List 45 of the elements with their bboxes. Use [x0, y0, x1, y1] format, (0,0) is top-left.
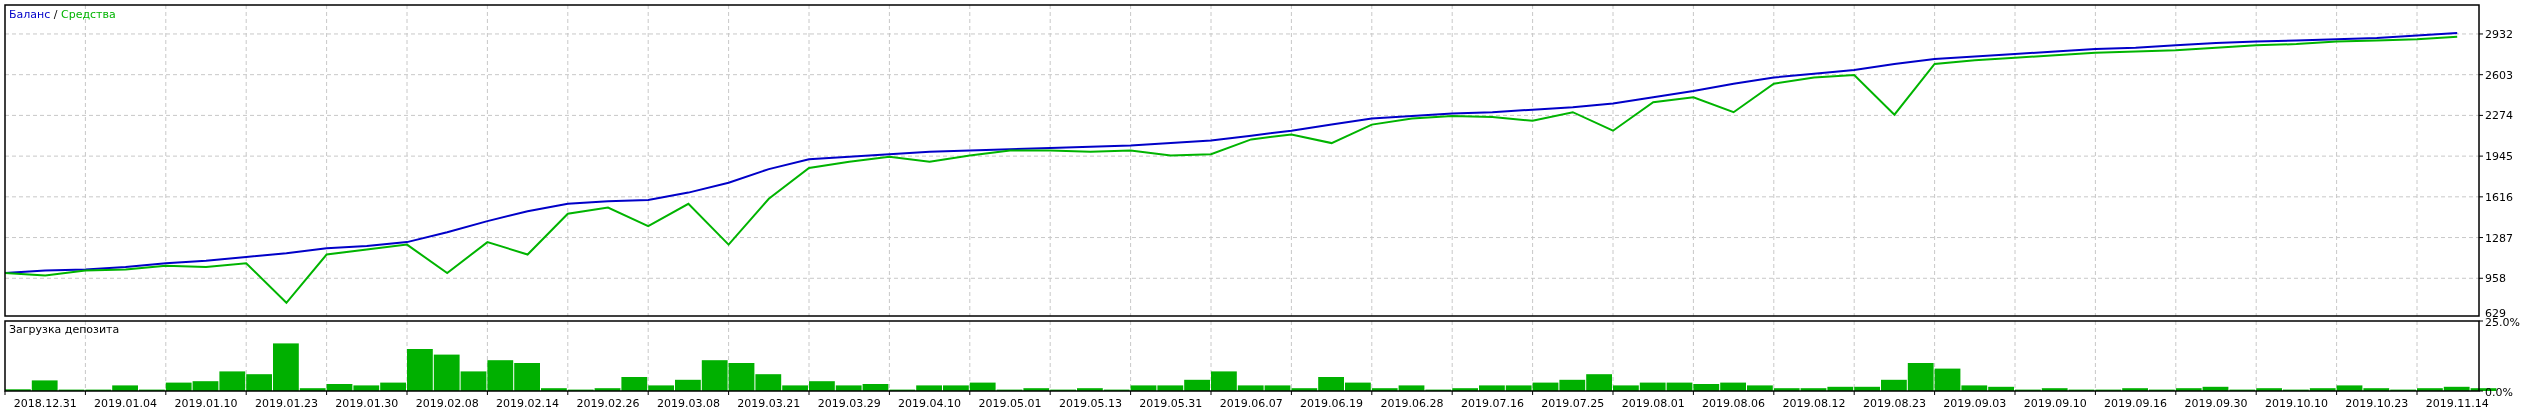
- axis-label: 2019.09.16: [2104, 397, 2168, 410]
- axis-label: 2019.05.01: [978, 397, 1042, 410]
- axis-label: 2018.12.31: [13, 397, 77, 410]
- axis-label: 1616: [2485, 190, 2513, 204]
- axis-label: 1287: [2485, 231, 2513, 245]
- axis-label: 2019.01.30: [335, 397, 399, 410]
- axis-label: 2274: [2485, 109, 2513, 123]
- axis-label: 2019.05.13: [1058, 397, 1122, 410]
- axis-label: 2019.02.08: [415, 397, 479, 410]
- axis-label: 2019.10.23: [2345, 397, 2409, 410]
- legend-separator: /: [53, 8, 58, 21]
- axis-label: 2019.07.25: [1541, 397, 1605, 410]
- axis-label: 629: [2485, 307, 2506, 318]
- axis-label: 2019.06.19: [1300, 397, 1364, 410]
- axis-label: 2019.09.10: [2023, 397, 2087, 410]
- axis-label: 2019.03.08: [656, 397, 720, 410]
- axis-label: 2019.01.04: [94, 397, 158, 410]
- axis-label: 2019.03.29: [817, 397, 881, 410]
- axis-label: 2019.09.03: [1943, 397, 2007, 410]
- axis-label: 2019.11.14: [2425, 397, 2489, 410]
- axis-label: 2019.08.12: [1782, 397, 1846, 410]
- chart-title: Загрузка депозита: [9, 323, 120, 336]
- axis-label: 2019.06.28: [1380, 397, 1444, 410]
- axis-label: 25.0%: [2485, 318, 2520, 329]
- axis-label: 1945: [2485, 150, 2513, 164]
- axis-label: 958: [2485, 272, 2506, 286]
- axis-label: 2019.04.10: [898, 397, 962, 410]
- axis-label: 2019.08.23: [1862, 397, 1926, 410]
- axis-label: 2019.09.30: [2184, 397, 2248, 410]
- axis-label: 2019.03.21: [737, 397, 801, 410]
- axis-label: 2019.07.16: [1460, 397, 1524, 410]
- axis-label: 0.0%: [2485, 386, 2513, 399]
- axis-label: 2603: [2485, 68, 2513, 82]
- axis-label: 2019.08.06: [1702, 397, 1766, 410]
- axis-label: 2019.02.26: [576, 397, 640, 410]
- axis-label: 2019.08.01: [1621, 397, 1685, 410]
- legend-label: Средства: [61, 8, 116, 21]
- legend-label: Баланс: [9, 8, 51, 21]
- axis-label: 2932: [2485, 27, 2513, 41]
- axis-label: 2019.02.14: [496, 397, 560, 410]
- axis-label: 2019.10.10: [2264, 397, 2328, 410]
- axis-label: 2019.01.23: [254, 397, 318, 410]
- axis-label: 2019.01.10: [174, 397, 238, 410]
- axis-label: 2019.05.31: [1139, 397, 1203, 410]
- axis-label: 2019.06.07: [1219, 397, 1283, 410]
